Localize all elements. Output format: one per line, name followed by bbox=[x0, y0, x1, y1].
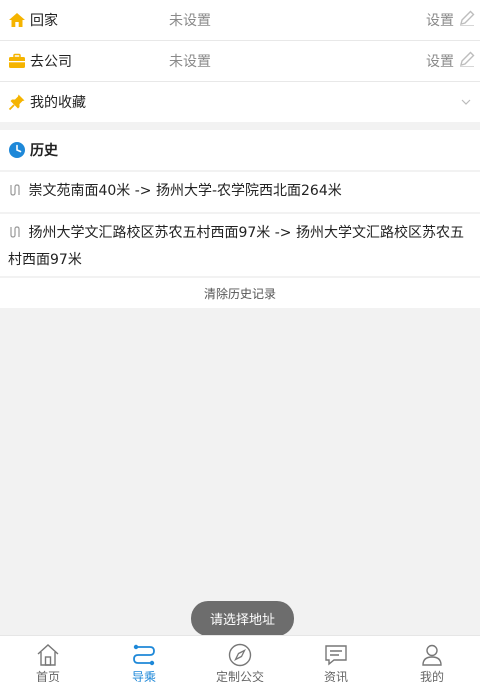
tab-label: 导乘 bbox=[131, 670, 156, 682]
compass-icon bbox=[227, 642, 253, 668]
place-value: 未设置 bbox=[169, 13, 211, 29]
tab-label: 资讯 bbox=[323, 670, 348, 682]
message-icon bbox=[323, 642, 349, 668]
history-title: 历史 bbox=[30, 143, 58, 159]
pencil-icon bbox=[458, 9, 476, 31]
favorites-row[interactable]: 我的收藏 bbox=[0, 82, 480, 122]
chevron-down-icon[interactable] bbox=[460, 96, 472, 108]
route-icon bbox=[8, 179, 24, 205]
pencil-icon bbox=[458, 50, 476, 72]
toast-text: 请选择地址 bbox=[209, 613, 275, 628]
home-icon bbox=[8, 11, 26, 29]
favorites-label: 我的收藏 bbox=[30, 95, 86, 111]
toast-message: 请选择地址 bbox=[191, 601, 294, 636]
tab-profile[interactable]: 我的 bbox=[384, 636, 480, 682]
clock-icon bbox=[8, 141, 26, 159]
user-icon bbox=[419, 642, 445, 668]
place-label: 去公司 bbox=[30, 54, 72, 70]
bottom-tab-bar: 首页 导乘 定制公交 资讯 我的 bbox=[0, 635, 480, 682]
tab-home[interactable]: 首页 bbox=[0, 636, 96, 682]
history-item-text: 扬州大学文汇路校区苏农五村西面97米 -> 扬州大学文汇路校区苏农五村西面97米 bbox=[8, 225, 464, 268]
history-item-text: 崇文苑南面40米 -> 扬州大学-农学院西北面264米 bbox=[28, 183, 342, 199]
tab-label: 定制公交 bbox=[215, 670, 264, 682]
tab-label: 我的 bbox=[419, 670, 444, 682]
home-outline-icon bbox=[35, 642, 61, 668]
tab-label: 首页 bbox=[35, 670, 60, 682]
clear-history-label: 清除历史记录 bbox=[203, 286, 276, 301]
route-icon bbox=[8, 221, 24, 247]
pin-icon bbox=[8, 93, 26, 111]
place-row-work[interactable]: 去公司 未设置 设置 bbox=[0, 41, 480, 81]
set-work-button[interactable]: 设置 bbox=[426, 50, 476, 72]
place-label: 回家 bbox=[30, 13, 58, 29]
tab-news[interactable]: 资讯 bbox=[288, 636, 384, 682]
tab-custom-bus[interactable]: 定制公交 bbox=[192, 636, 288, 682]
clear-history-button[interactable]: 清除历史记录 bbox=[0, 278, 480, 308]
set-label: 设置 bbox=[426, 54, 454, 70]
set-label: 设置 bbox=[426, 13, 454, 29]
history-header: 历史 bbox=[0, 130, 480, 170]
history-item[interactable]: 崇文苑南面40米 -> 扬州大学-农学院西北面264米 bbox=[0, 172, 480, 212]
place-value: 未设置 bbox=[169, 54, 211, 70]
history-item[interactable]: 扬州大学文汇路校区苏农五村西面97米 -> 扬州大学文汇路校区苏农五村西面97米 bbox=[0, 214, 480, 276]
set-home-button[interactable]: 设置 bbox=[426, 9, 476, 31]
tab-guide[interactable]: 导乘 bbox=[96, 636, 192, 682]
place-row-home[interactable]: 回家 未设置 设置 bbox=[0, 0, 480, 40]
route-icon bbox=[131, 642, 157, 668]
briefcase-icon bbox=[8, 52, 26, 70]
